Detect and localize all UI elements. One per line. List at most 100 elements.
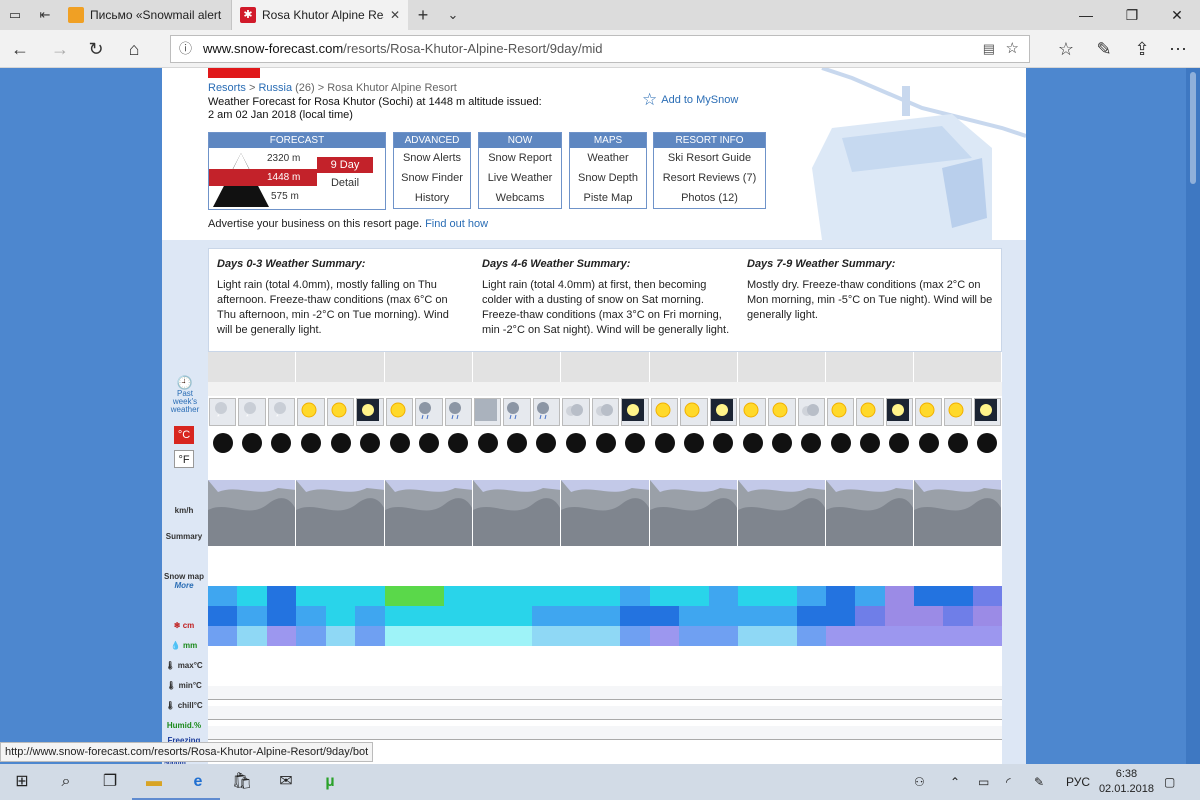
rain-mm-cell [267,566,296,586]
wind-icon [330,433,351,453]
kmh-label: km/h [174,506,194,515]
rain-mm-cell [679,566,708,586]
snow-cm-cell [414,546,443,566]
find-out-link[interactable]: Find out how [425,218,488,230]
clock[interactable]: 6:38 02.01.2018 [1099,767,1154,797]
snow-depth-link[interactable]: Snow Depth [570,168,646,188]
rain-mm-cell [208,566,237,586]
home-icon[interactable]: ⌂ [122,37,146,61]
snow-map-thumbnail[interactable] [650,480,738,546]
fahrenheit-button[interactable]: °F [174,450,194,468]
wind-icon [948,433,968,453]
language-indicator[interactable]: РУС [1066,764,1090,800]
store-icon[interactable]: 🛍 [220,764,264,800]
chill-temp-cell [355,626,385,646]
pen-icon[interactable]: ✎ [1092,37,1116,61]
photos-link[interactable]: Photos (12) [654,188,765,208]
wifi-icon[interactable]: ◜ [1006,764,1011,800]
tab-bar: ▭ ⇤ Письмо «Snowmail alert fo ✱ Rosa Khu… [0,0,1200,30]
breadcrumb-country[interactable]: Russia [258,82,292,94]
page-content: Resorts > Russia (26) > Rosa Khutor Alpi… [162,68,1026,764]
task-view-icon[interactable]: ❐ [88,764,132,800]
weather-icon [297,398,325,426]
live-weather-link[interactable]: Live Weather [479,168,561,188]
tab-preview-icon[interactable]: ⇤ [30,7,60,23]
elevation-top[interactable]: 2320 m [267,153,300,164]
forecast-heading: FORECAST [209,133,385,148]
snow-alerts-link[interactable]: Snow Alerts [394,148,470,168]
weather-summary [473,458,502,480]
edge-browser-icon[interactable]: e [176,764,220,800]
piste-map-link[interactable]: Piste Map [570,188,646,208]
period-label [443,382,473,396]
refresh-icon[interactable]: ↻ [84,37,108,61]
favorites-list-icon[interactable]: ☆ [1054,37,1078,61]
snow-map-more-link[interactable]: More [174,581,193,590]
restore-icon[interactable]: ❐ [1109,0,1155,30]
forward-icon[interactable]: → [48,37,72,61]
snow-map-title: Snow map [163,572,204,581]
snow-map-thumbnail[interactable] [296,480,385,546]
snow-report-link[interactable]: Snow Report [479,148,561,168]
weather-map-link[interactable]: Weather [570,148,646,168]
add-mysnow-link[interactable]: ☆ Add to MySnow [642,90,738,110]
new-tab-icon[interactable]: + [408,5,438,26]
tab-mail[interactable]: Письмо «Snowmail alert fo [60,0,232,30]
utorrent-icon[interactable]: µ [308,764,352,800]
resort-reviews-link[interactable]: Resort Reviews (7) [654,168,765,188]
address-bar[interactable]: ⓘ www.snow-forecast.com/resorts/Rosa-Khu… [170,35,1030,63]
past-week-link[interactable]: 🕘 Past week's weather [170,376,200,414]
snow-map-thumbnail[interactable] [385,480,473,546]
reading-view-icon[interactable]: ▤ [983,36,995,62]
close-window-icon[interactable]: ✕ [1154,0,1200,30]
tab-set-aside-icon[interactable]: ▭ [0,7,30,23]
minimize-icon[interactable]: — [1063,0,1109,30]
snow-map-thumbnail[interactable] [914,480,1002,546]
mail-icon[interactable]: ✉ [264,764,308,800]
windows-start-icon[interactable]: ⊞ [0,764,44,800]
chevron-down-icon[interactable]: ⌄ [438,7,468,23]
freezing-level-cell [738,666,767,686]
ski-resort-guide-link[interactable]: Ski Resort Guide [654,148,765,168]
snow-map-thumbnail[interactable] [738,480,826,546]
tray-chevron-icon[interactable]: ⌃ [950,764,960,800]
share-icon[interactable]: ⇪ [1130,37,1154,61]
period-label [325,382,356,396]
tab-snow-forecast[interactable]: ✱ Rosa Khutor Alpine Reso ✕ [232,0,408,30]
snow-map-thumbnail[interactable] [473,480,561,546]
back-icon[interactable]: ← [8,37,32,61]
pen-tray-icon[interactable]: ✎ [1034,764,1044,800]
snow-map-thumbnail[interactable] [826,480,914,546]
snow-map-thumbnail[interactable] [208,480,296,546]
breadcrumb-resorts[interactable]: Resorts [208,82,246,94]
history-link[interactable]: History [394,188,470,208]
network-icon[interactable]: ▭ [978,764,989,800]
min-temp-cell [884,606,914,626]
notifications-icon[interactable]: ▢ [1164,764,1175,800]
info-icon[interactable]: ⓘ [179,36,192,62]
snow-finder-link[interactable]: Snow Finder [394,168,470,188]
elevation-bot[interactable]: 575 m [271,191,299,202]
webcams-link[interactable]: Webcams [479,188,561,208]
more-icon[interactable]: ⋯ [1166,37,1190,61]
nine-day-button[interactable]: 9 Day [317,157,373,173]
snow-map-thumbnail[interactable] [561,480,650,546]
rain-mm-cell [414,566,443,586]
snow-cm-cell [237,546,266,566]
close-tab-icon[interactable]: ✕ [390,8,400,22]
scrollbar[interactable] [1186,68,1200,764]
min-temp-cell [502,606,532,626]
snow-cm-cell [620,546,650,566]
min-temp-cell [443,606,473,626]
scrollbar-thumb[interactable] [1190,72,1196,184]
elevation-mid[interactable]: 1448 m [209,169,317,186]
min-temp-cell [943,606,973,626]
celsius-button[interactable]: °C [174,426,194,444]
people-icon[interactable]: ⚇ [914,764,925,800]
detail-link[interactable]: Detail [317,177,373,189]
snowflake-icon: ❄ [173,621,181,630]
weather-icon [856,398,884,426]
search-icon[interactable]: ⌕ [44,764,88,800]
favorite-star-icon[interactable]: ☆ [1006,36,1019,62]
file-explorer-icon[interactable]: ▬ [132,764,176,800]
